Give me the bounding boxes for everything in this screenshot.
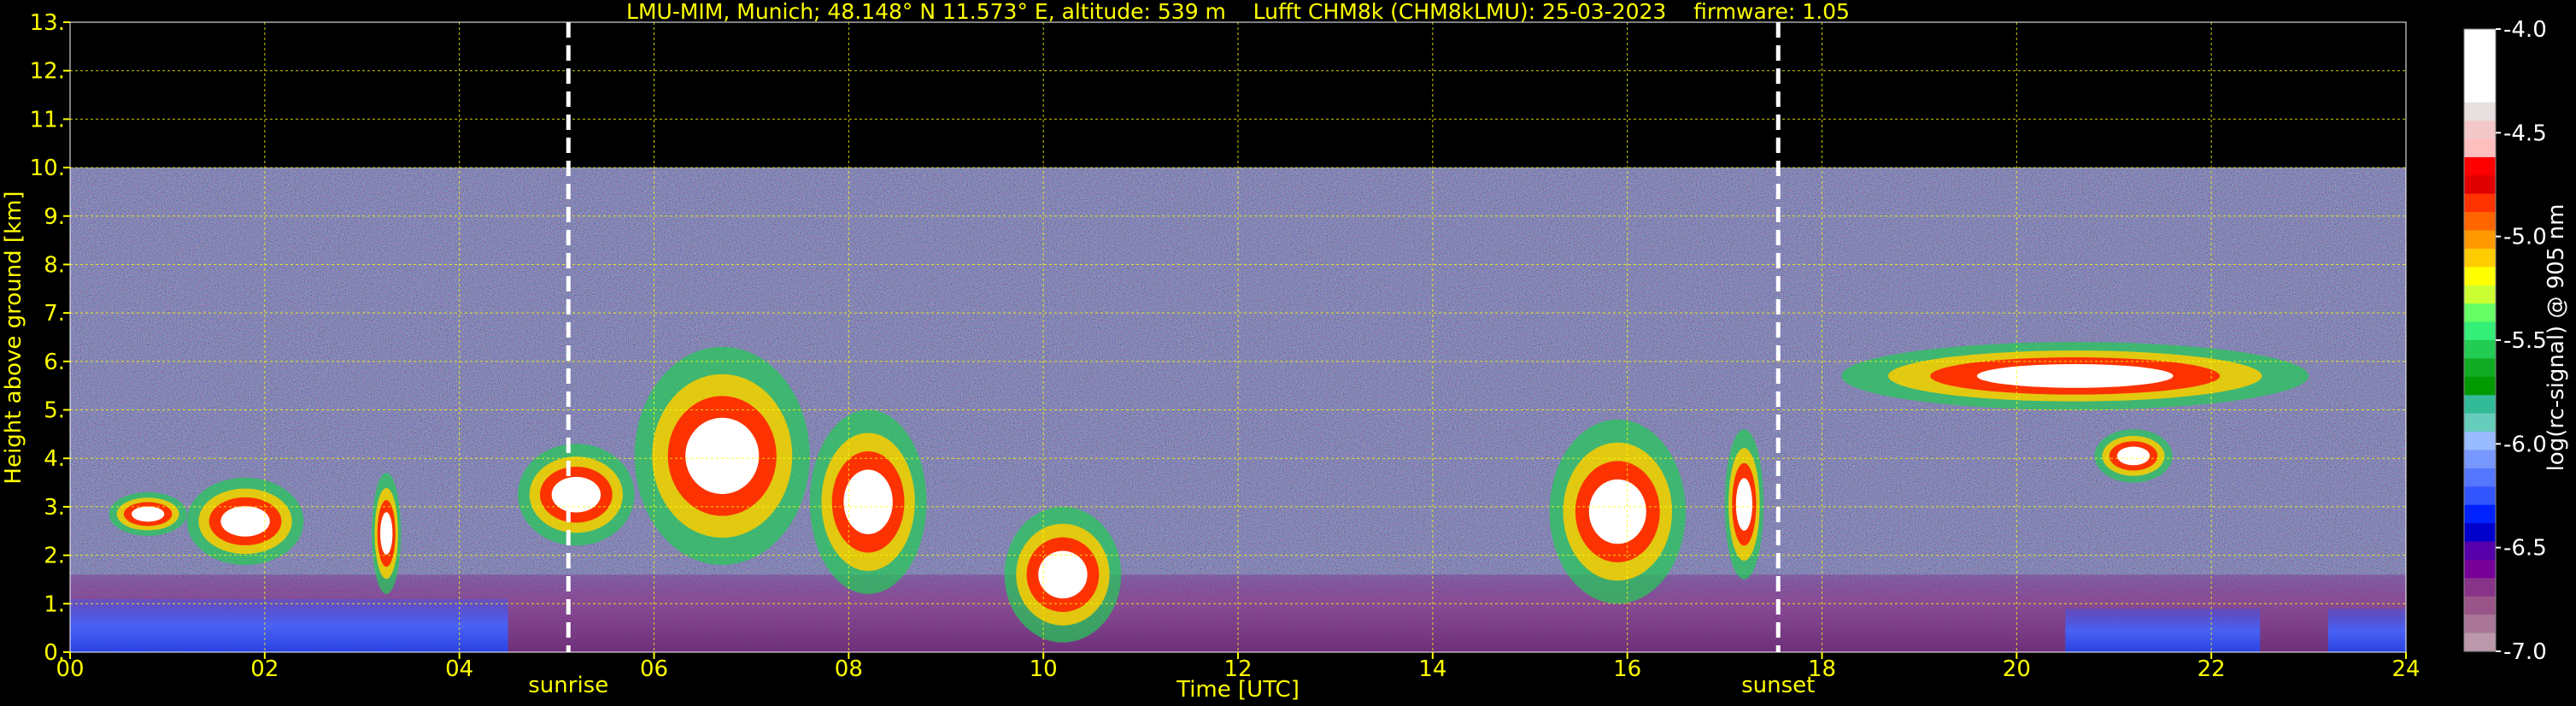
x-tick-label: 04	[445, 656, 473, 682]
colorbar-segment	[2464, 578, 2496, 597]
y-tick-label: 6.	[44, 350, 65, 375]
colorbar-segment	[2464, 486, 2496, 506]
colorbar-segment	[2464, 121, 2496, 140]
y-axis-label: Height above ground [km]	[1, 191, 26, 484]
colorbar-segment	[2464, 84, 2496, 103]
colorbar-segment	[2464, 193, 2496, 213]
cloud-patch	[1004, 506, 1122, 643]
cloud-patch	[1724, 429, 1764, 580]
colorbar-segment	[2464, 65, 2496, 85]
colorbar-tick-label: -5.0	[2503, 225, 2547, 250]
x-tick-label: 22	[2198, 656, 2226, 682]
colorbar-label: log(rc-signal) @ 905 nm	[2544, 204, 2569, 472]
aerosol-layer	[70, 598, 508, 652]
colorbar-tick-label: -6.5	[2503, 536, 2547, 562]
event-label-sunset: sunset	[1741, 673, 1815, 698]
colorbar-segment	[2464, 376, 2496, 396]
x-tick-label: 02	[250, 656, 279, 682]
colorbar-segment	[2464, 596, 2496, 615]
colorbar-segment	[2464, 29, 2496, 49]
x-tick-label: 10	[1030, 656, 1058, 682]
cloud-patch	[109, 491, 187, 536]
ceilometer-chart: sunrise sunset 0.1.2.3.4.5.6.7.8.9.10.11.…	[1, 0, 2569, 703]
chart-title: LMU-MIM, Munich; 48.148° N 11.573° E, al…	[626, 0, 1850, 24]
colorbar-segment	[2464, 285, 2496, 304]
cloud-patch	[518, 444, 635, 546]
colorbar-segment	[2464, 358, 2496, 378]
colorbar-segment	[2464, 541, 2496, 561]
cloud-patch	[809, 409, 927, 594]
aerosol-layer	[2327, 608, 2406, 652]
y-tick-label: 9.	[44, 204, 65, 230]
y-tick-label: 8.	[44, 252, 65, 278]
y-tick-label: 12.	[30, 59, 65, 85]
colorbar-tick-label: -7.0	[2503, 639, 2547, 665]
x-tick-label: 24	[2391, 656, 2420, 682]
x-axis-label: Time [UTC]	[1176, 677, 1300, 703]
colorbar-segment	[2464, 450, 2496, 469]
colorbar-segment	[2464, 432, 2496, 451]
colorbar-segment	[2464, 230, 2496, 250]
y-tick-label: 13.	[30, 10, 65, 36]
x-tick-label: 14	[1418, 656, 1446, 682]
y-tick-label: 2.	[44, 544, 65, 569]
colorbar-segment	[2464, 303, 2496, 323]
colorbar-segment	[2464, 504, 2496, 524]
colorbar-segment	[2464, 47, 2496, 67]
colorbar-segment	[2464, 138, 2496, 158]
colorbar-segment	[2464, 559, 2496, 579]
colorbar-segment	[2464, 523, 2496, 543]
x-tick-label: 16	[1613, 656, 1641, 682]
cloud-patch	[1549, 419, 1687, 604]
x-tick-label: 06	[640, 656, 668, 682]
colorbar-segment	[2464, 156, 2496, 176]
y-tick-label: 4.	[44, 446, 65, 472]
y-tick-label: 3.	[44, 495, 65, 521]
cloud-patch	[372, 473, 402, 594]
cloud-patch	[634, 346, 810, 565]
colorbar-segment	[2464, 395, 2496, 415]
x-tick-label: 00	[56, 656, 84, 682]
colorbar-segment	[2464, 321, 2496, 341]
colorbar-tick-label: -4.0	[2503, 17, 2547, 43]
cloud-patch	[1841, 342, 2309, 410]
colorbar-segment	[2464, 468, 2496, 487]
colorbar-segment	[2464, 267, 2496, 286]
colorbar-segment	[2464, 212, 2496, 232]
y-tick-label: 7.	[44, 301, 65, 327]
colorbar-segment	[2464, 632, 2496, 652]
y-axis: 0.1.2.3.4.5.6.7.8.9.10.11.12.13.	[30, 10, 70, 666]
colorbar-segment	[2464, 413, 2496, 432]
colorbar-segment	[2464, 615, 2496, 634]
colorbar-tick-label: -5.5	[2503, 328, 2547, 354]
y-tick-label: 1.	[44, 591, 65, 617]
y-tick-label: 5.	[44, 398, 65, 424]
colorbar-segment	[2464, 175, 2496, 195]
y-tick-label: 11.	[30, 107, 65, 132]
colorbar-segment	[2464, 102, 2496, 121]
event-label-sunrise: sunrise	[528, 673, 608, 698]
colorbar-segment	[2464, 248, 2496, 268]
colorbar-tick-label: -4.5	[2503, 121, 2547, 146]
cloud-patch	[2094, 429, 2173, 483]
colorbar-segment	[2464, 340, 2496, 360]
colorbar: -4.0 -4.5 -5.0 -5.5 -6.0 -6.5 -7.0	[2463, 17, 2547, 665]
x-tick-label: 08	[835, 656, 863, 682]
aerosol-layer	[2065, 608, 2261, 652]
x-tick-label: 20	[2003, 656, 2031, 682]
x-tick-label: 18	[1808, 656, 1836, 682]
colorbar-tick-label: -6.0	[2503, 432, 2547, 457]
y-tick-label: 10.	[30, 156, 65, 181]
cloud-patch	[186, 477, 304, 565]
